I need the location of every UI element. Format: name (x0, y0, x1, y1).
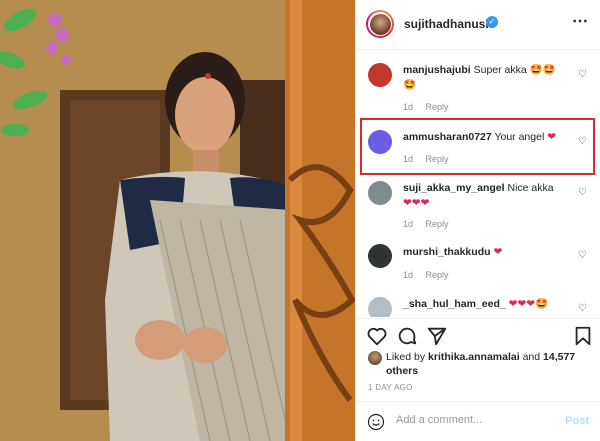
post-comment-button[interactable]: Post (565, 415, 589, 427)
comment-emoji: ❤❤❤ (403, 197, 430, 209)
commenter-avatar[interactable] (368, 63, 392, 87)
commenter-username[interactable]: manjushajubi (403, 64, 471, 76)
verified-badge-icon: ✓ (486, 16, 498, 28)
post-header: sujithadhanush ✓ ⋯ (356, 0, 600, 50)
post-actions (356, 318, 600, 352)
commenter-username[interactable]: murshi_thakkudu (403, 246, 491, 258)
comment-bubble-icon[interactable] (396, 325, 418, 347)
profile-avatar[interactable] (366, 10, 394, 38)
add-comment-input[interactable] (396, 414, 556, 426)
share-send-icon[interactable] (426, 325, 448, 347)
comment-time: 1d (403, 219, 414, 229)
emoji-smile-icon[interactable] (367, 413, 385, 431)
commenter-username[interactable]: _sha_hul_ham_eed_ (403, 298, 506, 310)
comments-list[interactable]: manjushajubi Super akka 🤩🤩🤩 1d Reply ♡ a… (356, 55, 600, 317)
likes-and: and (522, 351, 541, 363)
comment-emoji: ❤❤❤🤩 (508, 298, 549, 310)
reply-button[interactable]: Reply (426, 102, 449, 112)
comment-text: Super akka (473, 64, 527, 76)
comment-emoji: ❤ (493, 246, 503, 258)
commenter-avatar[interactable] (368, 181, 392, 205)
liker-avatar[interactable] (368, 351, 382, 365)
like-comment-heart-icon[interactable]: ♡ (578, 187, 587, 198)
liker-username[interactable]: krithika.annamalai (428, 351, 520, 363)
commenter-username[interactable]: suji_akka_my_angel (403, 182, 505, 194)
commenter-avatar[interactable] (368, 244, 392, 268)
highlight-box (360, 118, 595, 175)
comment-time: 1d (403, 270, 414, 280)
photo-illustration (0, 0, 355, 441)
like-heart-icon[interactable] (366, 325, 388, 347)
like-comment-heart-icon[interactable]: ♡ (578, 303, 587, 314)
comment-text: Nice akka (507, 182, 554, 194)
reply-button[interactable]: Reply (426, 270, 449, 280)
reply-button[interactable]: Reply (426, 219, 449, 229)
commenter-avatar[interactable] (368, 297, 392, 317)
post-photo (0, 0, 355, 441)
profile-username[interactable]: sujithadhanush (404, 17, 493, 31)
save-bookmark-icon[interactable] (572, 325, 594, 347)
add-comment-bar: Post (356, 401, 600, 441)
more-options-icon[interactable]: ⋯ (572, 11, 589, 31)
comment-time: 1d (403, 102, 414, 112)
likes-prefix: Liked by (386, 351, 426, 363)
like-comment-heart-icon[interactable]: ♡ (578, 69, 587, 80)
post-sidebar: sujithadhanush ✓ ⋯ manjushajubi Super ak… (355, 0, 600, 441)
like-comment-heart-icon[interactable]: ♡ (578, 250, 587, 261)
post-timestamp: 1 DAY AGO (368, 383, 413, 392)
